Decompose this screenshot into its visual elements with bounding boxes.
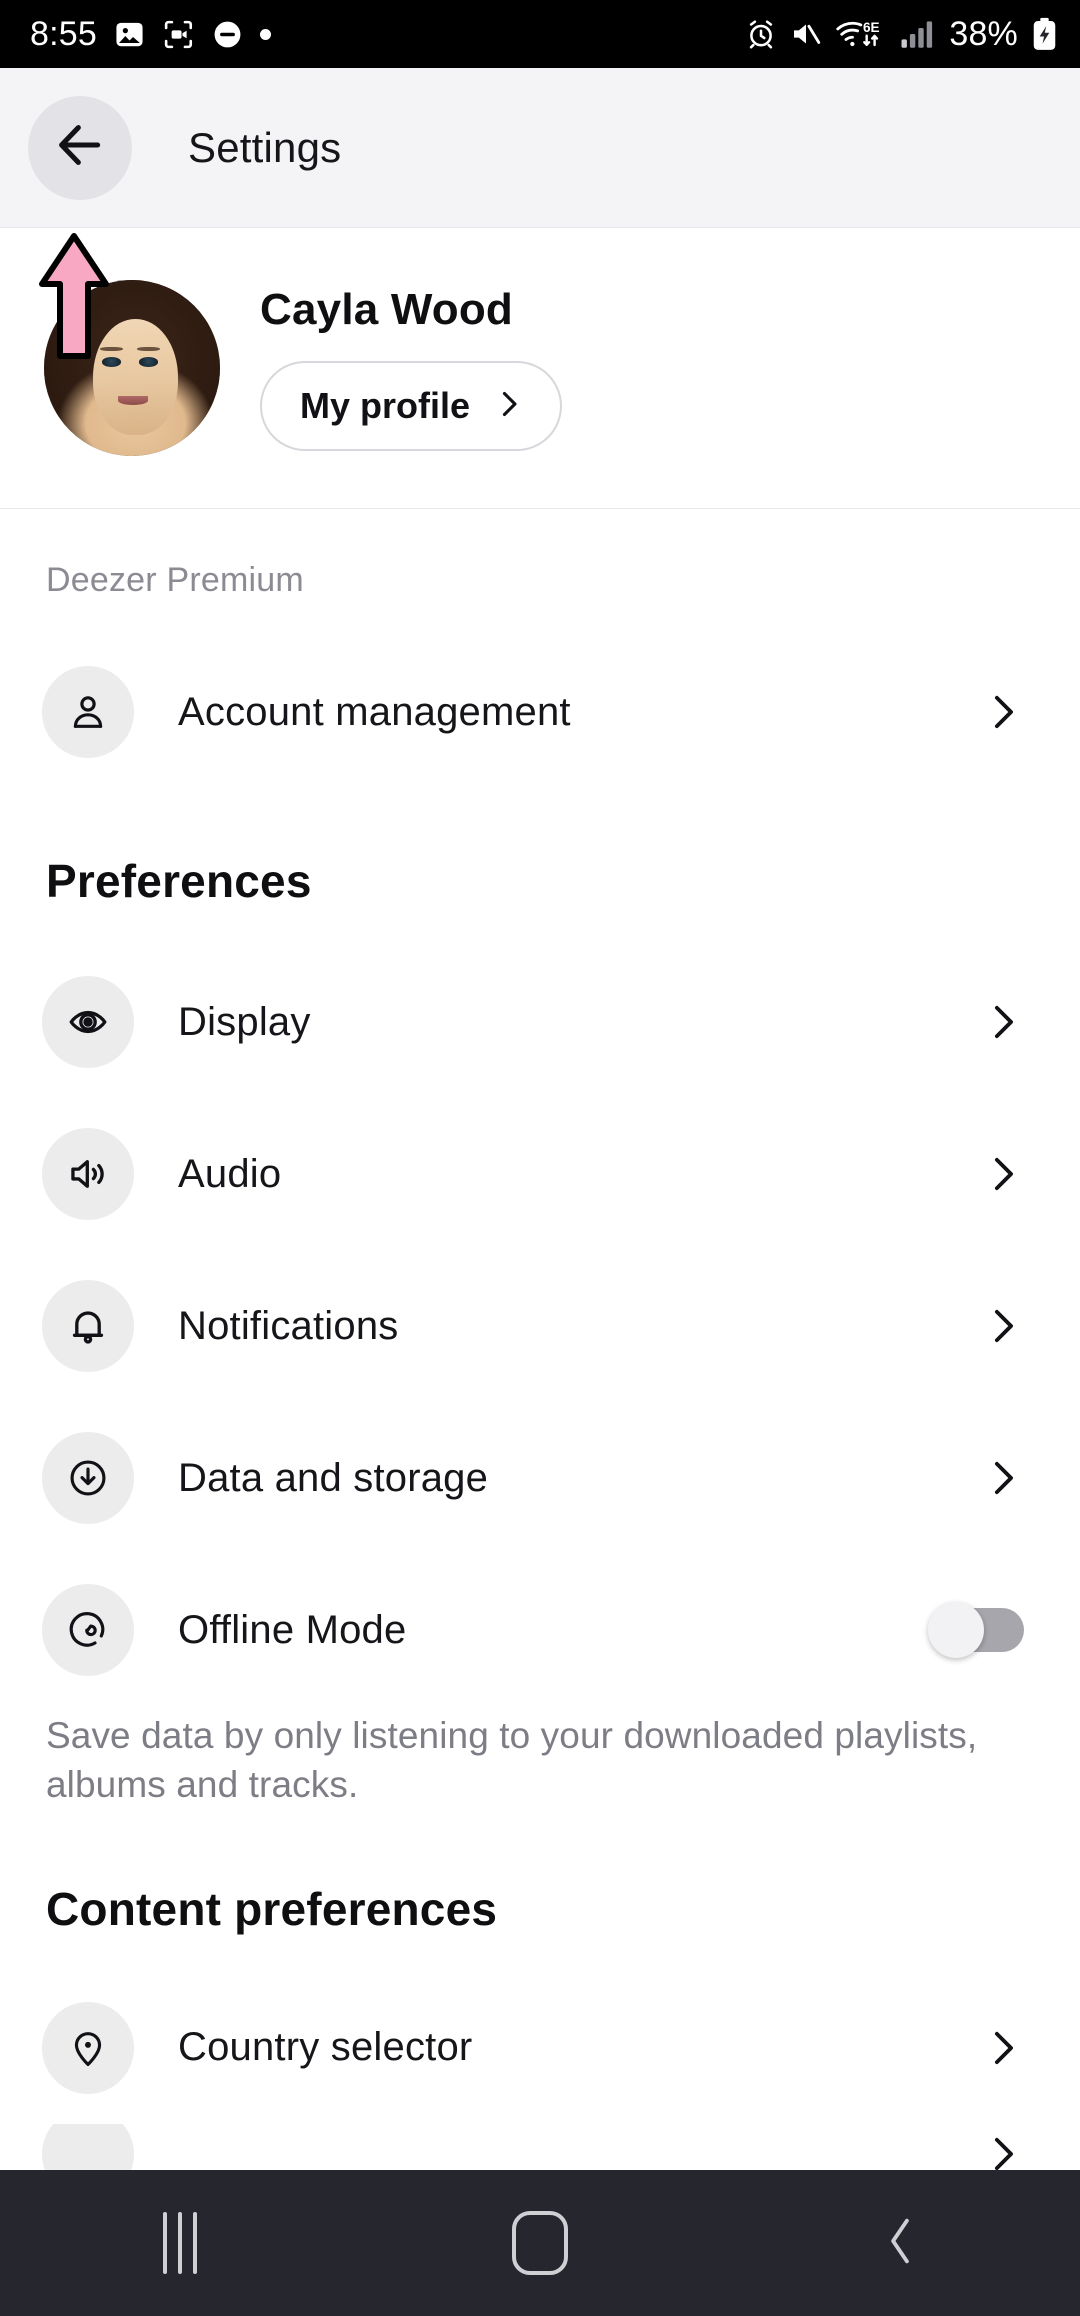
recents-button[interactable] [90, 2170, 270, 2316]
status-bar-right: 6E 38% [745, 15, 1058, 54]
page-title: Settings [188, 123, 342, 171]
toggle-knob [928, 1602, 984, 1658]
chevron-right-icon [492, 387, 526, 426]
settings-row-data-and-storage[interactable]: Data and storage [0, 1402, 1080, 1554]
wifi-6e-icon: 6E [835, 17, 887, 51]
cell-signal-icon [900, 19, 936, 49]
row-label: Audio [178, 1151, 282, 1196]
system-nav-bar [0, 2170, 1080, 2316]
chevron-right-icon [980, 2025, 1040, 2071]
profile-name: Cayla Wood [260, 285, 514, 334]
bell-icon [42, 1280, 134, 1372]
recents-icon [163, 2212, 197, 2274]
image-icon [113, 18, 146, 51]
profile-details: Cayla Wood My profile [260, 285, 563, 451]
status-bar: 8:55 6E 38% [0, 0, 1080, 68]
settings-list: Deezer Premium Account management Prefer… [0, 509, 1080, 2184]
home-button[interactable] [450, 2170, 630, 2316]
mute-icon [790, 18, 822, 50]
app-bar: Settings [0, 68, 1080, 228]
my-profile-button[interactable]: My profile [260, 361, 563, 451]
location-pin-icon [42, 2001, 134, 2094]
status-bar-left: 8:55 [30, 15, 271, 54]
alarm-icon [745, 18, 777, 50]
row-label: Data and storage [178, 1455, 489, 1500]
screen-record-icon [162, 18, 195, 51]
back-nav-button[interactable] [810, 2170, 990, 2316]
offline-icon [42, 1584, 134, 1676]
row-label: Notifications [178, 1303, 399, 1348]
status-time: 8:55 [30, 14, 97, 53]
row-label: Offline Mode [178, 1607, 407, 1652]
download-circle-icon [42, 1432, 134, 1524]
settings-row-offline-mode[interactable]: Offline Mode [0, 1554, 1080, 1706]
my-profile-label: My profile [300, 385, 471, 426]
settings-row-audio[interactable]: Audio [0, 1098, 1080, 1250]
chevron-right-icon [980, 1455, 1040, 1501]
eye-icon [42, 976, 134, 1068]
chevron-right-icon [980, 1303, 1040, 1349]
offline-mode-description: Save data by only listening to your down… [46, 1715, 978, 1805]
dot-icon [259, 28, 271, 40]
speaker-icon [42, 1128, 134, 1220]
profile-header: Cayla Wood My profile [0, 228, 1080, 509]
phone-screen: 8:55 6E 38% Settings Cayla Wood My profi… [0, 0, 1080, 2316]
home-icon [512, 2211, 568, 2275]
section-heading-preferences: Preferences [46, 855, 312, 907]
offline-mode-toggle[interactable] [928, 1602, 1040, 1658]
row-label: Display [178, 999, 311, 1044]
arrow-left-icon [51, 116, 109, 179]
settings-row-display[interactable]: Display [0, 946, 1080, 1098]
person-icon [42, 666, 134, 758]
section-subtitle-premium: Deezer Premium [46, 561, 304, 599]
back-button[interactable] [28, 95, 132, 200]
row-label: Account management [178, 689, 571, 734]
section-heading-content-preferences: Content preferences [46, 1882, 498, 1935]
settings-row-notifications[interactable]: Notifications [0, 1250, 1080, 1402]
battery-charging-icon [1031, 17, 1058, 51]
back-icon [877, 2211, 923, 2276]
chevron-right-icon [980, 999, 1040, 1045]
do-not-disturb-icon [211, 18, 244, 51]
battery-percentage: 38% [949, 14, 1018, 53]
annotation-arrow-up-icon [36, 232, 112, 367]
svg-text:6E: 6E [863, 20, 880, 35]
row-label: Country selector [178, 2025, 473, 2070]
chevron-right-icon [980, 1151, 1040, 1197]
chevron-right-icon [980, 689, 1040, 735]
settings-row-account-management[interactable]: Account management [0, 636, 1080, 788]
settings-row-country-selector[interactable]: Country selector [0, 1971, 1080, 2124]
